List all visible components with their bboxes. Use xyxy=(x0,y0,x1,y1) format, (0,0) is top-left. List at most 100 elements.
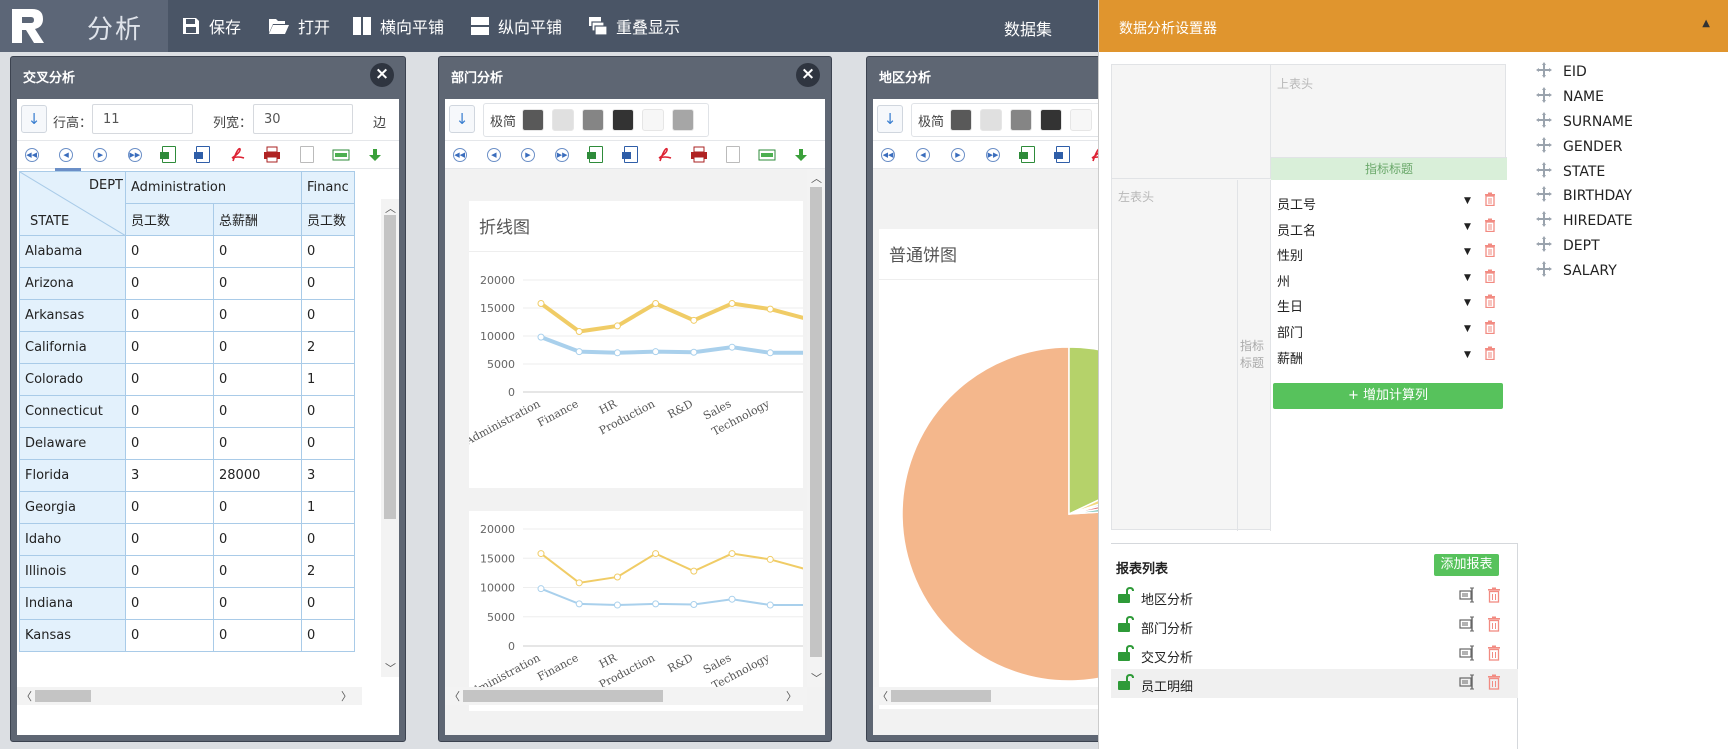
edit-icon[interactable] xyxy=(1459,674,1475,694)
scroll-down-icon[interactable]: ﹀ xyxy=(811,670,822,686)
field-item[interactable]: 员工名 ▼ xyxy=(1271,214,1507,242)
column-item[interactable]: SURNAME xyxy=(1535,110,1633,135)
next-page-icon[interactable]: ▶ xyxy=(90,146,111,164)
column-item[interactable]: GENDER xyxy=(1535,134,1633,159)
dropdown-caret-icon[interactable]: ▼ xyxy=(1464,273,1471,283)
trash-icon[interactable] xyxy=(1484,218,1496,236)
drag-move-icon[interactable] xyxy=(1535,235,1563,257)
arrow-down-icon[interactable]: ↓ xyxy=(21,105,47,133)
last-page-icon[interactable]: ▶▶ xyxy=(124,146,145,164)
value-cell[interactable]: 0 xyxy=(125,491,214,524)
dropdown-caret-icon[interactable]: ▼ xyxy=(1464,222,1471,232)
first-page-icon[interactable]: ◀◀ xyxy=(449,146,470,164)
state-cell[interactable]: Arizona xyxy=(19,267,126,300)
excel-icon[interactable] xyxy=(158,146,179,164)
trash-icon[interactable] xyxy=(1484,192,1496,210)
col-header[interactable]: 总薪酬 xyxy=(213,203,302,236)
value-cell[interactable]: 0 xyxy=(125,619,214,652)
drag-move-icon[interactable] xyxy=(1535,136,1563,158)
trash-icon[interactable] xyxy=(1484,269,1496,287)
col-width-input[interactable]: 30 xyxy=(253,104,353,134)
column-item[interactable]: EID xyxy=(1535,60,1633,85)
theme-swatch[interactable] xyxy=(612,109,635,131)
report-item[interactable]: 地区分析 xyxy=(1111,582,1518,611)
arrow-down-icon[interactable]: ↓ xyxy=(877,105,903,133)
state-cell[interactable]: Idaho xyxy=(19,523,126,556)
index-title-header[interactable]: 指标标题 xyxy=(1271,158,1507,180)
field-item[interactable]: 生日 ▼ xyxy=(1271,290,1507,318)
close-icon[interactable]: × xyxy=(796,63,820,87)
horizontal-scrollbar[interactable]: 〈 〉 xyxy=(445,687,807,705)
value-cell[interactable]: 0 xyxy=(213,523,302,556)
trash-icon[interactable] xyxy=(1487,674,1501,694)
value-cell[interactable]: 0 xyxy=(125,587,214,620)
download-icon[interactable] xyxy=(791,146,812,164)
value-cell[interactable]: 0 xyxy=(125,331,214,364)
value-cell[interactable]: 0 xyxy=(213,267,302,300)
state-cell[interactable]: California xyxy=(19,331,126,364)
value-cell[interactable]: 0 xyxy=(301,235,355,268)
scroll-right-icon[interactable]: 〉 xyxy=(341,688,352,704)
trash-icon[interactable] xyxy=(1487,616,1501,636)
value-cell[interactable]: 0 xyxy=(213,619,302,652)
column-item[interactable]: STATE xyxy=(1535,159,1633,184)
field-item[interactable]: 州 ▼ xyxy=(1271,265,1507,293)
value-cell[interactable]: 0 xyxy=(125,395,214,428)
trash-icon[interactable] xyxy=(1484,294,1496,312)
state-cell[interactable]: Connecticut xyxy=(19,395,126,428)
save-button[interactable]: 保存 xyxy=(181,14,241,38)
csv-icon[interactable] xyxy=(757,146,778,164)
csv-icon[interactable] xyxy=(330,146,351,164)
value-cell[interactable]: 0 xyxy=(213,555,302,588)
value-cell[interactable]: 2 xyxy=(301,555,355,588)
theme-swatch[interactable] xyxy=(950,109,973,131)
drag-move-icon[interactable] xyxy=(1535,260,1563,282)
theme-swatch[interactable] xyxy=(980,109,1003,131)
excel-icon[interactable] xyxy=(1017,146,1039,164)
value-cell[interactable]: 0 xyxy=(301,267,355,300)
state-cell[interactable]: Georgia xyxy=(19,491,126,524)
value-cell[interactable]: 0 xyxy=(125,299,214,332)
theme-swatch[interactable] xyxy=(1040,109,1063,131)
value-cell[interactable]: 0 xyxy=(301,523,355,556)
column-item[interactable]: SALARY xyxy=(1535,258,1633,283)
arrow-down-icon[interactable]: ↓ xyxy=(449,105,475,133)
unlock-icon[interactable] xyxy=(1117,673,1135,695)
value-cell[interactable]: 0 xyxy=(213,363,302,396)
next-page-icon[interactable]: ▶ xyxy=(517,146,538,164)
drag-move-icon[interactable] xyxy=(1535,210,1563,232)
collapse-caret-icon[interactable]: ▲ xyxy=(1702,18,1710,29)
tile-vertical-button[interactable]: 纵向平铺 xyxy=(470,14,562,38)
value-cell[interactable]: 0 xyxy=(125,235,214,268)
scroll-thumb[interactable] xyxy=(463,690,663,702)
left-header-dropzone[interactable]: 左表头 xyxy=(1112,180,1238,531)
column-item[interactable]: BIRTHDAY xyxy=(1535,184,1633,209)
value-cell[interactable]: 0 xyxy=(213,427,302,460)
col-header[interactable]: 员工数 xyxy=(301,203,355,236)
value-cell[interactable]: 0 xyxy=(125,555,214,588)
scroll-left-icon[interactable]: 〈 xyxy=(21,688,32,704)
vertical-scrollbar[interactable]: ︿ ﹀ xyxy=(381,199,399,677)
overlap-display-button[interactable]: 重叠显示 xyxy=(588,14,680,38)
text-file-icon[interactable] xyxy=(723,146,744,164)
value-cell[interactable]: 0 xyxy=(213,331,302,364)
theme-swatch[interactable] xyxy=(642,109,665,131)
state-cell[interactable]: Colorado xyxy=(19,363,126,396)
unlock-icon[interactable] xyxy=(1117,644,1135,666)
drag-move-icon[interactable] xyxy=(1535,111,1563,133)
value-cell[interactable]: 2 xyxy=(301,331,355,364)
scroll-thumb[interactable] xyxy=(810,187,822,657)
first-page-icon[interactable]: ◀◀ xyxy=(21,146,42,164)
value-cell[interactable]: 0 xyxy=(125,363,214,396)
value-cell[interactable]: 0 xyxy=(301,299,355,332)
state-cell[interactable]: Alabama xyxy=(19,235,126,268)
theme-swatch[interactable] xyxy=(1070,109,1093,131)
value-cell[interactable]: 0 xyxy=(125,427,214,460)
dropdown-caret-icon[interactable]: ▼ xyxy=(1464,324,1471,334)
state-cell[interactable]: Illinois xyxy=(19,555,126,588)
dropdown-caret-icon[interactable]: ▼ xyxy=(1464,247,1471,257)
print-icon[interactable] xyxy=(262,146,283,164)
excel-icon[interactable] xyxy=(586,146,607,164)
scroll-thumb[interactable] xyxy=(891,690,991,702)
trash-icon[interactable] xyxy=(1487,645,1501,665)
